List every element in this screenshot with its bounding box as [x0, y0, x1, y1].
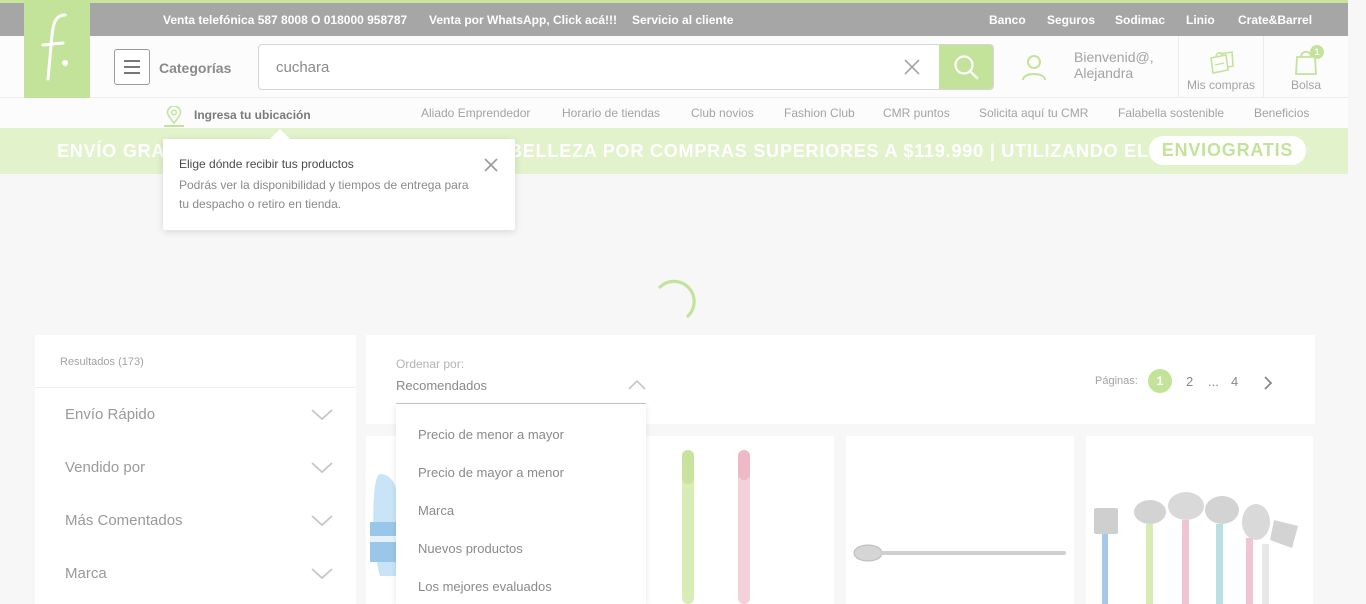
chevron-down-icon[interactable]: [310, 408, 334, 422]
results-count: Resultados (173): [60, 356, 144, 368]
nav-cmr-puntos[interactable]: CMR puntos: [883, 106, 950, 120]
banco-link[interactable]: Banco: [989, 13, 1026, 27]
pagination-label: Páginas:: [1095, 375, 1138, 387]
sort-label: Ordenar por:: [396, 357, 465, 371]
header-divider: [1263, 36, 1264, 98]
location-label: Ingresa tu ubicación: [194, 108, 311, 122]
search-box: [258, 44, 994, 90]
product-image: [1094, 492, 1298, 604]
chevron-down-icon[interactable]: [310, 461, 334, 475]
greeting-text: Bienvenid@,: [1074, 49, 1154, 65]
chevron-up-icon[interactable]: [628, 379, 646, 391]
sort-dropdown: Precio de menor a mayor Precio de mayor …: [396, 404, 646, 604]
crate-barrel-link[interactable]: Crate&Barrel: [1238, 13, 1312, 27]
location-underline: [164, 125, 184, 127]
user-name: Alejandra: [1074, 65, 1134, 81]
filter-envio-rapido[interactable]: Envío Rápido: [65, 406, 155, 423]
sort-option-brand[interactable]: Marca: [418, 503, 454, 518]
sort-select[interactable]: Recomendados: [396, 378, 487, 393]
nav-solicita-cmr[interactable]: Solicita aquí tu CMR: [979, 106, 1088, 120]
page-ellipsis: ...: [1208, 374, 1219, 389]
nav-beneficios[interactable]: Beneficios: [1254, 106, 1309, 120]
nav-fashion-club[interactable]: Fashion Club: [784, 106, 855, 120]
user-greeting[interactable]: Bienvenid@, Alejandra: [1074, 49, 1154, 81]
categories-menu-button[interactable]: [114, 49, 150, 85]
user-icon[interactable]: [1020, 53, 1048, 81]
search-icon: [954, 55, 979, 80]
seguros-link[interactable]: Seguros: [1047, 13, 1095, 27]
search-button[interactable]: [939, 45, 993, 89]
header-divider: [1178, 36, 1179, 98]
my-purchases-button[interactable]: Mis compras: [1186, 46, 1256, 92]
product-image: [853, 544, 1066, 562]
search-input[interactable]: [259, 45, 939, 89]
location-popover: Elige dónde recibir tus productos Podrás…: [163, 139, 515, 230]
nav-horario-tiendas[interactable]: Horario de tiendas: [562, 106, 660, 120]
filter-mas-comentados[interactable]: Más Comentados: [65, 512, 183, 529]
promo-text-right: BELLEZA POR COMPRAS SUPERIORES A $119.99…: [509, 141, 1224, 161]
page-2[interactable]: 2: [1186, 374, 1193, 389]
sort-option-top-rated[interactable]: Los mejores evaluados: [418, 579, 552, 594]
bag-label: Bolsa: [1290, 78, 1322, 92]
product-card[interactable]: [646, 436, 834, 604]
close-icon[interactable]: [484, 158, 498, 172]
filter-marca[interactable]: Marca: [65, 565, 107, 582]
customer-service-link[interactable]: Servicio al cliente: [632, 13, 733, 27]
sodimac-link[interactable]: Sodimac: [1115, 13, 1165, 27]
product-card[interactable]: [366, 436, 396, 604]
bag-count-badge: 1: [1310, 45, 1324, 59]
popover-body: Podrás ver la disponibilidad y tiempos d…: [179, 178, 469, 211]
chevron-right-icon[interactable]: [1262, 376, 1274, 390]
sidebar-divider: [35, 387, 356, 388]
promo-text-left: ENVÍO GRA: [57, 141, 166, 161]
main-header: Categorías Bienvenid@, Alejandra: [0, 36, 1348, 98]
nav-club-novios[interactable]: Club novios: [691, 106, 754, 120]
filters-sidebar: Resultados (173) Envío Rápido Vendido po…: [35, 335, 356, 604]
sort-option-price-asc[interactable]: Precio de menor a mayor: [418, 427, 564, 442]
promo-coupon-code: ENVIOGRATIS: [1149, 136, 1306, 165]
whatsapp-sales-link[interactable]: Venta por WhatsApp, Click acá!!!: [429, 13, 617, 27]
categories-label[interactable]: Categorías: [159, 60, 231, 76]
product-card[interactable]: [846, 436, 1074, 604]
sort-option-new[interactable]: Nuevos productos: [418, 541, 523, 556]
clear-search-icon[interactable]: [903, 58, 921, 76]
nav-falabella-sostenible[interactable]: Falabella sostenible: [1118, 106, 1224, 120]
loading-spinner-icon: [658, 279, 696, 318]
sort-option-price-desc[interactable]: Precio de mayor a menor: [418, 465, 564, 480]
falabella-logo[interactable]: [24, 0, 90, 98]
bag-button[interactable]: 1 Bolsa: [1276, 45, 1336, 92]
my-purchases-label: Mis compras: [1186, 78, 1255, 92]
popover-title: Elige dónde recibir tus productos: [179, 157, 354, 171]
top-strip: Venta telefónica 587 8008 O 018000 95878…: [0, 0, 1348, 36]
page-4[interactable]: 4: [1231, 374, 1238, 389]
chevron-down-icon[interactable]: [310, 514, 334, 528]
location-selector[interactable]: Ingresa tu ubicación: [166, 104, 311, 126]
product-image: [370, 474, 396, 576]
filter-vendido-por[interactable]: Vendido por: [65, 459, 145, 476]
product-image: [682, 450, 750, 604]
secondary-nav: Ingresa tu ubicación Aliado Emprendedor …: [0, 98, 1348, 128]
page-current[interactable]: 1: [1148, 369, 1172, 393]
phone-sales-link[interactable]: Venta telefónica 587 8008 O 018000 95878…: [163, 13, 407, 27]
shopping-bags-icon: [1210, 51, 1234, 74]
hamburger-icon: [124, 60, 140, 62]
nav-aliado-emprendedor[interactable]: Aliado Emprendedor: [421, 106, 530, 120]
logo-f-icon: [41, 13, 68, 81]
linio-link[interactable]: Linio: [1186, 13, 1215, 27]
chevron-down-icon[interactable]: [310, 567, 334, 581]
location-pin-icon: [166, 106, 182, 124]
product-card[interactable]: [1086, 436, 1313, 604]
